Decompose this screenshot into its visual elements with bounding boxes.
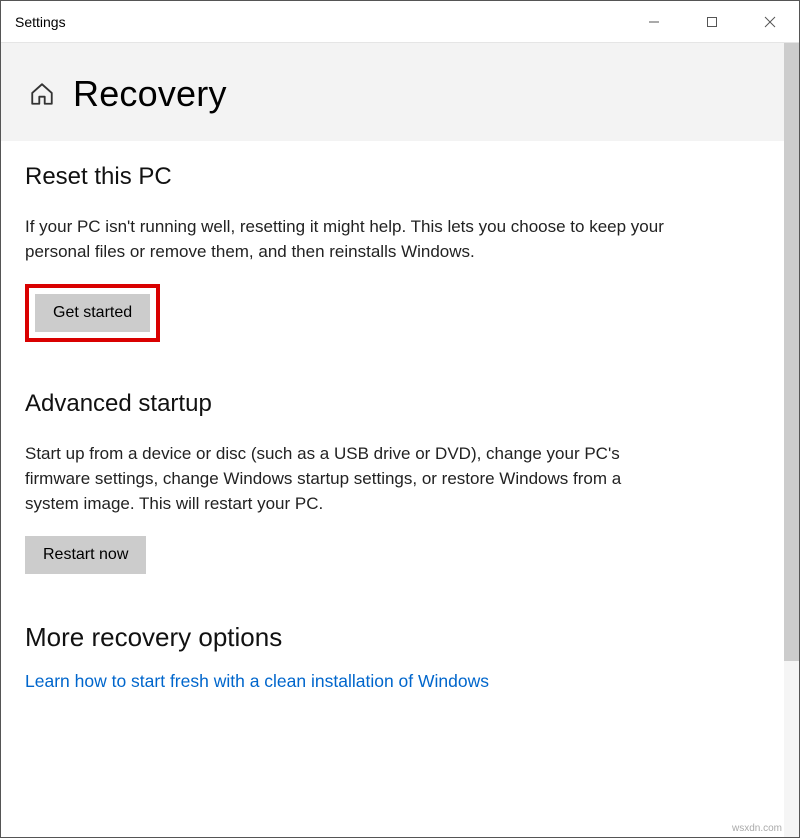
close-icon xyxy=(764,16,776,28)
window-title: Settings xyxy=(15,14,66,30)
advanced-section: Advanced startup Start up from a device … xyxy=(25,390,771,574)
advanced-title: Advanced startup xyxy=(25,390,771,418)
content-area: Reset this PC If your PC isn't running w… xyxy=(1,141,799,837)
page-header: Recovery xyxy=(1,43,799,141)
more-options-title: More recovery options xyxy=(25,622,771,653)
reset-title: Reset this PC xyxy=(25,163,771,191)
minimize-button[interactable] xyxy=(625,1,683,42)
titlebar: Settings xyxy=(1,1,799,43)
close-button[interactable] xyxy=(741,1,799,42)
maximize-button[interactable] xyxy=(683,1,741,42)
minimize-icon xyxy=(648,16,660,28)
highlight-annotation: Get started xyxy=(25,284,160,342)
settings-window: Settings Recovery Reset this PC If your … xyxy=(0,0,800,838)
watermark: wsxdn.com xyxy=(732,823,782,834)
home-icon[interactable] xyxy=(29,81,55,107)
reset-description: If your PC isn't running well, resetting… xyxy=(25,215,675,264)
reset-section: Reset this PC If your PC isn't running w… xyxy=(25,163,771,342)
maximize-icon xyxy=(706,16,718,28)
restart-now-button[interactable]: Restart now xyxy=(25,536,146,574)
get-started-button[interactable]: Get started xyxy=(35,294,150,332)
page-title: Recovery xyxy=(73,73,227,115)
more-options-section: More recovery options Learn how to start… xyxy=(25,622,771,692)
window-controls xyxy=(625,1,799,42)
advanced-description: Start up from a device or disc (such as … xyxy=(25,442,675,516)
fresh-install-link[interactable]: Learn how to start fresh with a clean in… xyxy=(25,671,489,691)
